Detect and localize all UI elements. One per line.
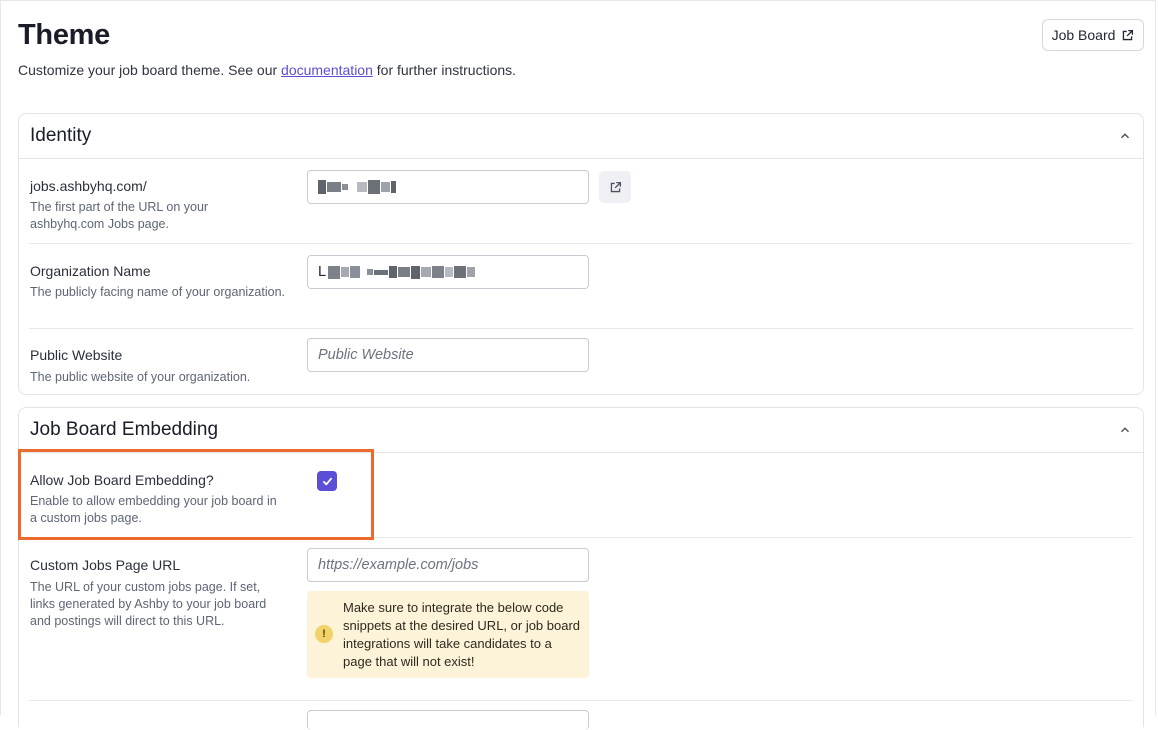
redacted-value <box>318 180 396 194</box>
org-name-row: Organization Name The publicly facing na… <box>29 244 1133 329</box>
slug-row: jobs.ashbyhq.com/ The first part of the … <box>29 159 1133 244</box>
check-icon <box>322 477 332 485</box>
website-row: Public Website The public website of you… <box>29 329 1133 395</box>
org-name-description: The publicly facing name of your organiz… <box>30 285 286 299</box>
external-link-icon <box>610 181 621 192</box>
slug-label: jobs.ashbyhq.com/ <box>30 178 147 194</box>
slug-input[interactable] <box>307 170 589 204</box>
warning-text: Make sure to integrate the below code sn… <box>343 600 581 669</box>
embedding-title: Job Board Embedding <box>30 419 219 440</box>
website-input[interactable]: Public Website <box>307 338 589 372</box>
open-job-board-button[interactable] <box>599 171 631 203</box>
allow-embedding-label: Allow Job Board Embedding? <box>30 472 214 488</box>
redacted-value <box>328 265 476 279</box>
job-board-button[interactable]: Job Board <box>1042 19 1144 51</box>
chevron-up-icon[interactable] <box>1118 129 1132 143</box>
allow-embedding-description: Enable to allow embedding your job board… <box>30 494 277 525</box>
custom-url-row: Custom Jobs Page URL The URL of your cus… <box>29 538 1133 701</box>
identity-title: Identity <box>30 125 92 146</box>
org-name-input[interactable]: L <box>307 255 589 289</box>
page-title: Theme <box>18 19 110 51</box>
documentation-link[interactable]: documentation <box>281 62 373 78</box>
identity-card: Identity jobs.ashbyhq.com/ The first par… <box>18 113 1144 395</box>
custom-url-input[interactable]: https://example.com/jobs <box>307 548 589 582</box>
embedding-card: Job Board Embedding Allow Job Board Embe… <box>18 407 1144 730</box>
warning-callout: ! Make sure to integrate the below code … <box>307 591 589 678</box>
org-name-label: Organization Name <box>30 263 151 279</box>
external-link-icon <box>1123 29 1134 40</box>
website-label: Public Website <box>30 347 123 363</box>
allow-embedding-row: Allow Job Board Embedding? Enable to all… <box>29 453 1133 538</box>
allow-embedding-checkbox[interactable] <box>317 471 337 491</box>
page-subtitle: Customize your job board theme. See our … <box>18 62 517 78</box>
slug-description: The first part of the URL on your ashbyh… <box>30 200 209 231</box>
identity-header[interactable]: Identity <box>19 114 1143 159</box>
embedding-header[interactable]: Job Board Embedding <box>19 408 1143 453</box>
warning-icon: ! <box>315 625 333 643</box>
website-description: The public website of your organization. <box>30 370 251 384</box>
next-field-input[interactable] <box>307 710 589 730</box>
chevron-up-icon[interactable] <box>1118 423 1132 437</box>
custom-url-label: Custom Jobs Page URL <box>30 557 181 573</box>
custom-url-description: The URL of your custom jobs page. If set… <box>30 580 267 628</box>
